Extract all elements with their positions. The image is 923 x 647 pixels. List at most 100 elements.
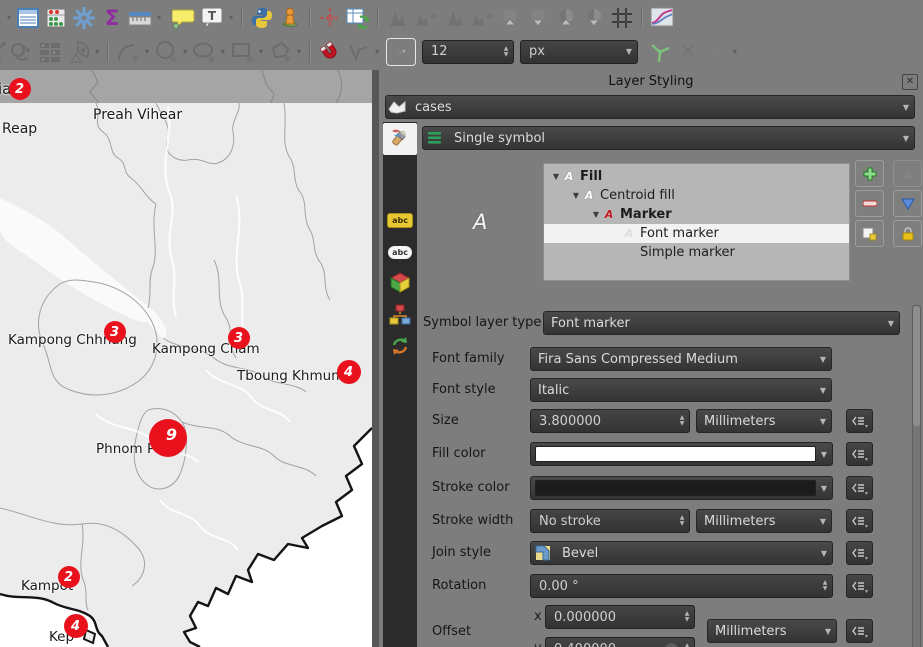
brightness-down-icon[interactable] (524, 4, 552, 32)
layer-selector-dropdown[interactable]: cases ▼ (385, 95, 915, 119)
offset-unit-dropdown[interactable]: Millimeters ▼ (707, 619, 837, 643)
toolbar-overflow-icon[interactable]: ▾ (4, 13, 14, 22)
ellipse-dropdown-icon[interactable]: ▾ (218, 47, 228, 56)
annotation-dropdown-icon[interactable]: ▾ (226, 13, 236, 22)
tree-row-font-marker[interactable]: A Font marker (544, 224, 849, 243)
renderer-dropdown[interactable]: Single symbol ▼ (422, 126, 915, 150)
tab-history[interactable] (383, 332, 417, 364)
fill-color-override-button[interactable] (846, 442, 873, 466)
stroke-color-dropdown[interactable]: ▼ (530, 476, 833, 500)
pie-tool-icon[interactable] (64, 38, 92, 66)
sum-sigma-icon[interactable]: Σ (98, 4, 126, 32)
circle-digitize-icon[interactable]: ✳ (152, 38, 180, 66)
ellipse-digitize-icon[interactable]: ✳ (190, 38, 218, 66)
move-down-button[interactable] (893, 190, 922, 217)
size-spinbox[interactable]: 3.800000 ▲▼ (530, 409, 690, 433)
tracing-dots-button[interactable]: ∴▾ (386, 38, 416, 66)
measure-dropdown-icon[interactable]: ▾ (154, 13, 164, 22)
stroke-width-spinbox[interactable]: No stroke ▲▼ (530, 509, 690, 533)
rotation-override-button[interactable] (846, 574, 873, 598)
panel-scrollbar[interactable] (912, 305, 921, 647)
curve-digitize-icon[interactable]: ✳ (114, 38, 142, 66)
rectangle-dropdown-icon[interactable]: ▾ (256, 47, 266, 56)
scrollbar-thumb[interactable] (913, 306, 920, 426)
cad-crosshair-icon[interactable] (316, 4, 344, 32)
join-style-dropdown[interactable]: Bevel ▼ (530, 541, 833, 565)
stroke-width-unit-dropdown[interactable]: Millimeters ▼ (696, 509, 832, 533)
spinner-arrows-icon[interactable]: ▲▼ (818, 580, 832, 592)
polygon-digitize-icon[interactable]: ✳ (266, 38, 294, 66)
spinner-arrows-icon[interactable]: ▲▼ (675, 415, 689, 427)
circle-dropdown-icon[interactable]: ▾ (180, 47, 190, 56)
delete-x-icon[interactable]: ✕ (674, 38, 702, 66)
tracing-y-icon[interactable] (646, 38, 674, 66)
raster-stretch-local-icon[interactable] (440, 4, 468, 32)
topology-dropdown-icon[interactable]: ▾ (372, 47, 382, 56)
spinner-arrows-icon[interactable]: ▲▼ (680, 643, 694, 647)
fill-color-dropdown[interactable]: ▼ (530, 442, 833, 466)
spinner-arrows-icon[interactable]: ▲▼ (680, 611, 694, 623)
grid-icon[interactable] (608, 4, 636, 32)
duplicate-button[interactable] (855, 220, 884, 247)
faded-x-icon[interactable]: ✕ (702, 38, 730, 66)
contrast-down-icon[interactable] (580, 4, 608, 32)
expand-icon[interactable]: ▼ (550, 172, 562, 181)
snapping-tolerance-spinbox[interactable]: 12 ▲▼ (422, 40, 514, 64)
font-family-dropdown[interactable]: Fira Sans Compressed Medium ▼ (530, 347, 832, 371)
tree-row-marker[interactable]: ▼ A Marker (544, 205, 849, 224)
raster-stretch-local-arrows-icon[interactable] (468, 4, 496, 32)
tab-diagrams[interactable] (383, 300, 417, 332)
text-annotation-icon[interactable]: T (198, 4, 226, 32)
polygon-dropdown-icon[interactable]: ▾ (294, 47, 304, 56)
map-canvas[interactable]: ia Reap Preah Vihear Kampong Chhnang Kam… (0, 70, 372, 647)
offset-y-spinbox[interactable]: 0.400000 ✕ ▲▼ (545, 637, 695, 647)
stroke-color-override-button[interactable] (846, 476, 873, 500)
symbol-layer-type-dropdown[interactable]: Font marker ▼ (543, 311, 900, 335)
map-tips-icon[interactable] (170, 4, 198, 32)
remove-symbol-layer-button[interactable] (855, 190, 884, 217)
raster-stretch-icon[interactable] (384, 4, 412, 32)
tree-row-centroid-fill[interactable]: ▼ A Centroid fill (544, 186, 849, 205)
expand-icon[interactable]: ▼ (590, 210, 602, 219)
topology-check-icon[interactable] (344, 38, 372, 66)
node-tool-icon[interactable] (0, 38, 8, 66)
snapping-magnet-icon[interactable] (316, 38, 344, 66)
font-style-dropdown[interactable]: Italic ▼ (530, 378, 832, 402)
label-tools-icon[interactable] (8, 38, 36, 66)
statistics-icon[interactable] (42, 4, 70, 32)
expand-icon[interactable]: ▼ (570, 191, 582, 200)
size-override-button[interactable] (846, 409, 873, 433)
tree-row-fill[interactable]: ▼ A Fill (544, 167, 849, 186)
python-console-icon[interactable] (248, 4, 276, 32)
measure-ruler-icon[interactable] (126, 4, 154, 32)
tab-3d-view[interactable] (383, 268, 417, 300)
rectangle-digitize-icon[interactable]: ✳ (228, 38, 256, 66)
spinner-arrows-icon[interactable]: ▲▼ (499, 46, 513, 58)
move-up-button[interactable] (893, 160, 922, 187)
attribute-table-icon[interactable] (14, 4, 42, 32)
offset-override-button[interactable] (846, 619, 873, 643)
clear-value-icon[interactable]: ✕ (665, 643, 678, 647)
rotation-spinbox[interactable]: 0.00 ° ▲▼ (530, 574, 833, 598)
add-symbol-layer-button[interactable] (855, 160, 884, 187)
pie-dropdown-icon[interactable]: ▾ (92, 47, 102, 56)
tab-labels[interactable]: abc (383, 204, 417, 236)
lock-color-button[interactable] (893, 220, 922, 247)
processing-gear-icon[interactable] (70, 4, 98, 32)
curve-dropdown-icon[interactable]: ▾ (142, 47, 152, 56)
layer-list-icon[interactable] (36, 38, 64, 66)
brightness-up-icon[interactable] (496, 4, 524, 32)
import-photos-icon[interactable] (276, 4, 304, 32)
refresh-table-icon[interactable] (344, 4, 372, 32)
raster-stretch-arrows-icon[interactable] (412, 4, 440, 32)
profile-plot-icon[interactable] (648, 4, 676, 32)
close-icon[interactable]: ✕ (902, 74, 918, 90)
tab-symbology[interactable] (383, 123, 417, 155)
panel-splitter[interactable] (372, 70, 379, 647)
snapping-unit-dropdown[interactable]: px ▼ (520, 40, 638, 64)
contrast-up-icon[interactable] (552, 4, 580, 32)
size-unit-dropdown[interactable]: Millimeters ▼ (696, 409, 832, 433)
tree-row-simple-marker[interactable]: Simple marker (544, 243, 849, 262)
offset-x-spinbox[interactable]: 0.000000 ▲▼ (545, 605, 695, 629)
tab-masks[interactable]: abc (383, 236, 417, 268)
